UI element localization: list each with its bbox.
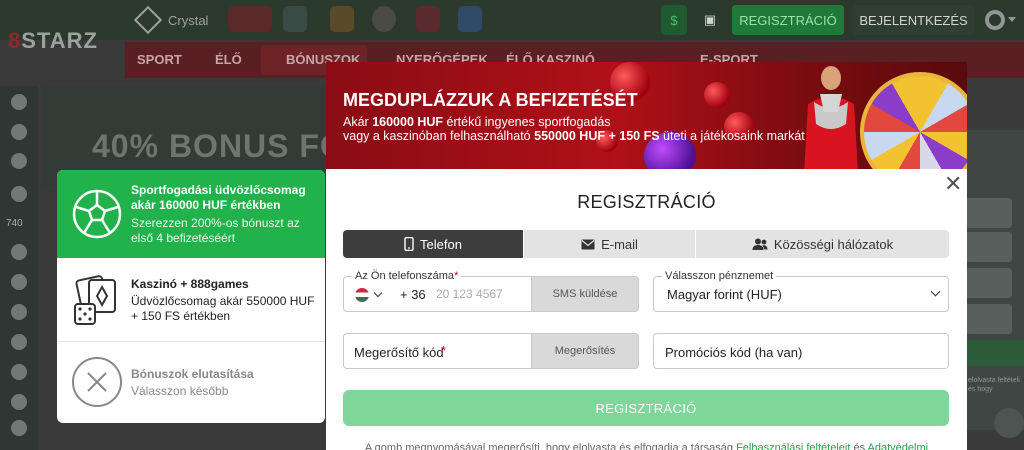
diamond-icon: [133, 5, 163, 35]
hungary-flag-icon[interactable]: [355, 288, 369, 302]
phone-label: Az Ön telefonszáma*: [352, 270, 462, 282]
promo-title: MEGDUPLÁZZUK A BEFIZETÉSÉT: [343, 90, 638, 110]
envelope-icon: [581, 239, 595, 249]
currency-select[interactable]: Válasszon pénznemet Magyar forint (HUF): [653, 270, 949, 312]
bg-note: elolvasta feltételi és hogy: [968, 377, 1020, 393]
thumbs-up-icon[interactable]: [11, 124, 27, 140]
bg-field: [966, 304, 1012, 334]
baseball-icon[interactable]: [11, 394, 27, 410]
casino-cards-icon: [74, 275, 116, 325]
promo-line-2: vagy a kaszinóban felhasználható 550000 …: [343, 129, 805, 143]
chevron-down-icon: [1008, 17, 1016, 22]
live-icon[interactable]: [11, 186, 27, 202]
currency-label: Válasszon pénznemet: [662, 270, 777, 282]
dollar-button[interactable]: $: [661, 5, 687, 35]
promo-line-1: Akár 160000 HUF értékű ingyenes sportfog…: [343, 115, 611, 129]
jackpot-wheel: [860, 72, 967, 169]
terms-link[interactable]: Felhasználási feltételeit: [736, 442, 850, 450]
bonus-option-desc: Üdvözlőcsomag akár 550000 HUF + 150 FS é…: [131, 294, 315, 323]
serie-a-logo[interactable]: [458, 6, 482, 32]
bonus-option-desc: Válasszon később: [131, 384, 229, 398]
award-icon[interactable]: [11, 153, 27, 169]
edit-icon[interactable]: [11, 420, 27, 436]
bonus-option-casino[interactable]: Kaszinó + 888games Üdvözlőcsomag akár 55…: [57, 258, 325, 342]
bonus-option-decline[interactable]: Bónuszok elutasítása Válasszon később: [57, 342, 325, 423]
registration-tabs: Telefon E-mail Közösségi hálózatok: [343, 230, 949, 258]
confirmation-code-field: * Megerősítés: [343, 333, 639, 369]
gift-button[interactable]: ▣: [697, 5, 723, 35]
champions-league-logo[interactable]: [283, 6, 307, 32]
chevron-down-icon[interactable]: [373, 288, 383, 298]
phone-field: Az Ön telefonszáma* + 36 SMS küldése: [343, 270, 639, 312]
site-logo[interactable]: 8STARZ: [8, 28, 98, 54]
bonus-chooser: Sportfogadási üdvözlőcsomag akár 160000 …: [57, 170, 325, 423]
lion-logo[interactable]: [372, 6, 396, 32]
phone-input[interactable]: [436, 284, 546, 304]
register-submit-button[interactable]: REGISZTRÁCIÓ: [343, 390, 949, 426]
tab-email[interactable]: E-mail: [523, 230, 695, 258]
dollar-icon: $: [670, 12, 678, 28]
confirm-button[interactable]: Megerősítés: [531, 333, 639, 369]
sidebar-count: 740: [6, 218, 23, 229]
tennis-icon[interactable]: [11, 274, 27, 290]
bg-field: [966, 268, 1012, 298]
star-icon[interactable]: [11, 94, 27, 110]
partner-crystal[interactable]: Crystal: [133, 5, 208, 35]
terms-text: A gomb megnyomásával megerősíti, hogy el…: [326, 442, 967, 450]
gift-icon: ▣: [703, 12, 717, 27]
bg-green-button: [966, 340, 1024, 366]
close-circle-icon: [72, 357, 122, 407]
modal-title: REGISZTRÁCIÓ: [577, 192, 716, 212]
cherry-decoration: [704, 82, 730, 108]
privacy-link[interactable]: Adatvédelmi: [868, 442, 929, 450]
bonus-option-desc: Szerezzen 200%-os bónuszt az első 4 befi…: [131, 216, 300, 245]
support-headset-icon[interactable]: [994, 408, 1024, 438]
bonus-option-sport[interactable]: Sportfogadási üdvözlőcsomag akár 160000 …: [57, 170, 325, 258]
header-register-button[interactable]: REGISZTRÁCIÓ: [732, 5, 844, 35]
bonus-option-title: Bónuszok elutasítása: [131, 367, 254, 381]
bg-field: [966, 232, 1012, 262]
bonus-option-title: Sportfogadási üdvözlőcsomag akár 160000 …: [131, 183, 306, 212]
hockey-icon[interactable]: [11, 334, 27, 350]
phone-prefix: + 36: [400, 287, 426, 302]
settings-gear-icon[interactable]: [985, 10, 1005, 30]
phone-icon: [404, 237, 414, 251]
partner-logo-jet[interactable]: [228, 6, 272, 32]
tab-social-networks[interactable]: Közösségi hálózatok: [695, 230, 949, 258]
chevron-down-icon: [930, 286, 941, 297]
currency-value: Magyar forint (HUF): [667, 287, 782, 302]
header-login-button[interactable]: BEJELENTKEZÉS: [853, 5, 974, 35]
bg-field: [966, 198, 1012, 228]
soccer-ball-icon: [72, 189, 122, 239]
promo-banner: MEGDUPLÁZZUK A BEFIZETÉSÉT Akár 160000 H…: [326, 62, 967, 169]
promo-code-field: [653, 333, 949, 369]
send-sms-button[interactable]: SMS küldése: [531, 276, 639, 312]
laliga-logo[interactable]: [416, 6, 440, 32]
confirmation-code-input[interactable]: [354, 343, 524, 361]
player-with-trophy: [804, 66, 858, 169]
required-asterisk: *: [441, 343, 447, 358]
bonus-option-title: Kaszinó + 888games: [131, 277, 249, 291]
registration-modal: ✕ REGISZTRÁCIÓ Telefon E-mail Közösségi …: [326, 169, 967, 450]
promo-code-input[interactable]: [665, 343, 935, 361]
soccer-icon[interactable]: [11, 244, 27, 260]
tab-phone[interactable]: Telefon: [343, 230, 523, 258]
volleyball-icon[interactable]: [11, 364, 27, 380]
basketball-icon[interactable]: [11, 304, 27, 320]
europa-league-logo[interactable]: [330, 6, 354, 32]
nav-sport[interactable]: SPORT: [137, 52, 182, 67]
users-icon: [752, 238, 768, 250]
nav-live[interactable]: ÉLŐ: [215, 52, 242, 67]
